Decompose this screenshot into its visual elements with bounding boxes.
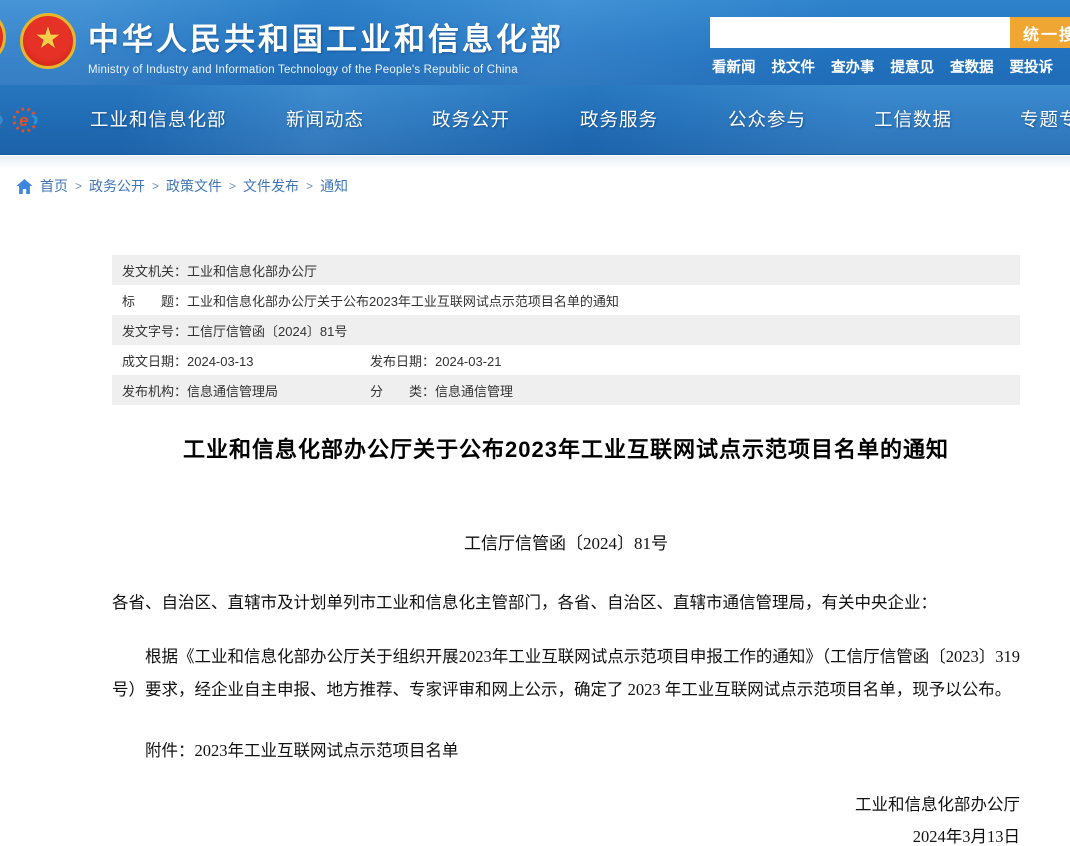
document-salutation: 各省、自治区、直辖市及计划单列市工业和信息化主管部门，各省、自治区、直辖市通信管… bbox=[112, 586, 1020, 619]
meta-row-dates: 成文日期：2024-03-13 发布日期：2024-03-21 bbox=[112, 345, 1020, 375]
meta-label: 标 题： bbox=[122, 294, 187, 309]
breadcrumb-notice[interactable]: 通知 bbox=[320, 176, 348, 196]
main-nav: e e 工业和信息化部 新闻动态 政务公开 政务服务 公众参与 工信数据 专题专… bbox=[0, 85, 1070, 155]
nav-item-miit[interactable]: 工业和信息化部 bbox=[90, 85, 227, 155]
nav-item-data[interactable]: 工信数据 bbox=[874, 85, 952, 155]
meta-label: 成文日期： bbox=[122, 354, 187, 369]
nav-item-news[interactable]: 新闻动态 bbox=[286, 85, 364, 155]
breadcrumb-gov-info[interactable]: 政务公开 bbox=[89, 176, 145, 196]
meta-row-doc-number: 发文字号：工信厅信管函〔2024〕81号 bbox=[112, 315, 1020, 345]
meta-row-issuing-agency: 发文机关：工业和信息化部办公厅 bbox=[112, 255, 1020, 285]
breadcrumb-separator: > bbox=[152, 179, 159, 193]
meta-label: 发文机关： bbox=[122, 264, 187, 279]
search-box: 统一搜索 bbox=[710, 17, 1070, 48]
quick-link-data[interactable]: 查数据 bbox=[950, 56, 994, 77]
quick-link-suggestions[interactable]: 提意见 bbox=[891, 56, 935, 77]
document-signature: 工业和信息化部办公厅 bbox=[112, 788, 1020, 821]
nav-item-topics[interactable]: 专题专栏 bbox=[1020, 85, 1070, 155]
quick-link-files[interactable]: 找文件 bbox=[772, 56, 816, 77]
document-attachment-line: 附件：2023年工业互联网试点示范项目名单 bbox=[112, 734, 1020, 767]
national-emblem-icon-partial: ★ bbox=[0, 9, 6, 65]
quick-link-complaints[interactable]: 要投诉 bbox=[1010, 56, 1054, 77]
miit-page: ★ ★ 中华人民共和国工业和信息化部 Ministry of Industry … bbox=[0, 0, 1070, 846]
breadcrumb-file-release[interactable]: 文件发布 bbox=[243, 176, 299, 196]
breadcrumb-separator: > bbox=[75, 179, 82, 193]
document-title: 工业和信息化部办公厅关于公布2023年工业互联网试点示范项目名单的通知 bbox=[112, 432, 1020, 464]
meta-value: 2024-03-13 bbox=[187, 354, 254, 369]
meta-value: 工业和信息化部办公厅 bbox=[187, 264, 317, 279]
breadcrumb-policy-files[interactable]: 政策文件 bbox=[166, 176, 222, 196]
home-icon[interactable] bbox=[16, 179, 33, 194]
meta-value: 工业和信息化部办公厅关于公布2023年工业互联网试点示范项目名单的通知 bbox=[187, 294, 619, 309]
breadcrumb-separator: > bbox=[229, 179, 236, 193]
unified-search-button[interactable]: 统一搜索 bbox=[1010, 17, 1070, 48]
site-title: 中华人民共和国工业和信息化部 bbox=[88, 14, 564, 59]
header-shadow-band bbox=[0, 156, 1070, 170]
site-titles: 中华人民共和国工业和信息化部 Ministry of Industry and … bbox=[88, 14, 564, 76]
document-paragraph: 根据《工业和信息化部办公厅关于组织开展2023年工业互联网试点示范项目申报工作的… bbox=[112, 640, 1020, 706]
meta-value: 信息通信管理局 bbox=[187, 384, 278, 399]
meta-value: 工信厅信管函〔2024〕81号 bbox=[187, 324, 347, 339]
meta-row-title: 标 题：工业和信息化部办公厅关于公布2023年工业互联网试点示范项目名单的通知 bbox=[112, 285, 1020, 315]
national-emblem-icon: ★ bbox=[20, 13, 76, 69]
nav-item-public[interactable]: 公众参与 bbox=[728, 85, 806, 155]
search-input[interactable] bbox=[710, 17, 1010, 48]
svg-text:e: e bbox=[19, 111, 28, 130]
meta-label: 分 类： bbox=[370, 384, 435, 399]
meta-label: 发布日期： bbox=[370, 354, 435, 369]
document-number: 工信厅信管函〔2024〕81号 bbox=[112, 529, 1020, 554]
meta-label: 发文字号： bbox=[122, 324, 187, 339]
meta-value: 信息通信管理 bbox=[435, 384, 513, 399]
site-header: ★ ★ 中华人民共和国工业和信息化部 Ministry of Industry … bbox=[0, 0, 1070, 85]
document-meta-table: 发文机关：工业和信息化部办公厅 标 题：工业和信息化部办公厅关于公布2023年工… bbox=[112, 255, 1020, 405]
miit-gear-icon-partial: e bbox=[0, 105, 6, 135]
document-date: 2024年3月13日 bbox=[112, 820, 1020, 846]
breadcrumb-separator: > bbox=[306, 179, 313, 193]
quick-link-news[interactable]: 看新闻 bbox=[712, 56, 756, 77]
breadcrumb: 首页 > 政务公开 > 政策文件 > 文件发布 > 通知 bbox=[16, 176, 348, 196]
miit-gear-icon: e bbox=[11, 105, 41, 135]
nav-item-gov-service[interactable]: 政务服务 bbox=[580, 85, 658, 155]
meta-value: 2024-03-21 bbox=[435, 354, 502, 369]
meta-label: 发布机构： bbox=[122, 384, 187, 399]
nav-item-gov-info[interactable]: 政务公开 bbox=[432, 85, 510, 155]
meta-row-publisher: 发布机构：信息通信管理局 分 类：信息通信管理 bbox=[112, 375, 1020, 405]
site-subtitle: Ministry of Industry and Information Tec… bbox=[88, 64, 564, 76]
quick-links: 看新闻 找文件 查办事 提意见 查数据 要投诉 bbox=[712, 56, 1053, 77]
quick-link-services[interactable]: 查办事 bbox=[831, 56, 875, 77]
breadcrumb-home[interactable]: 首页 bbox=[40, 176, 68, 196]
